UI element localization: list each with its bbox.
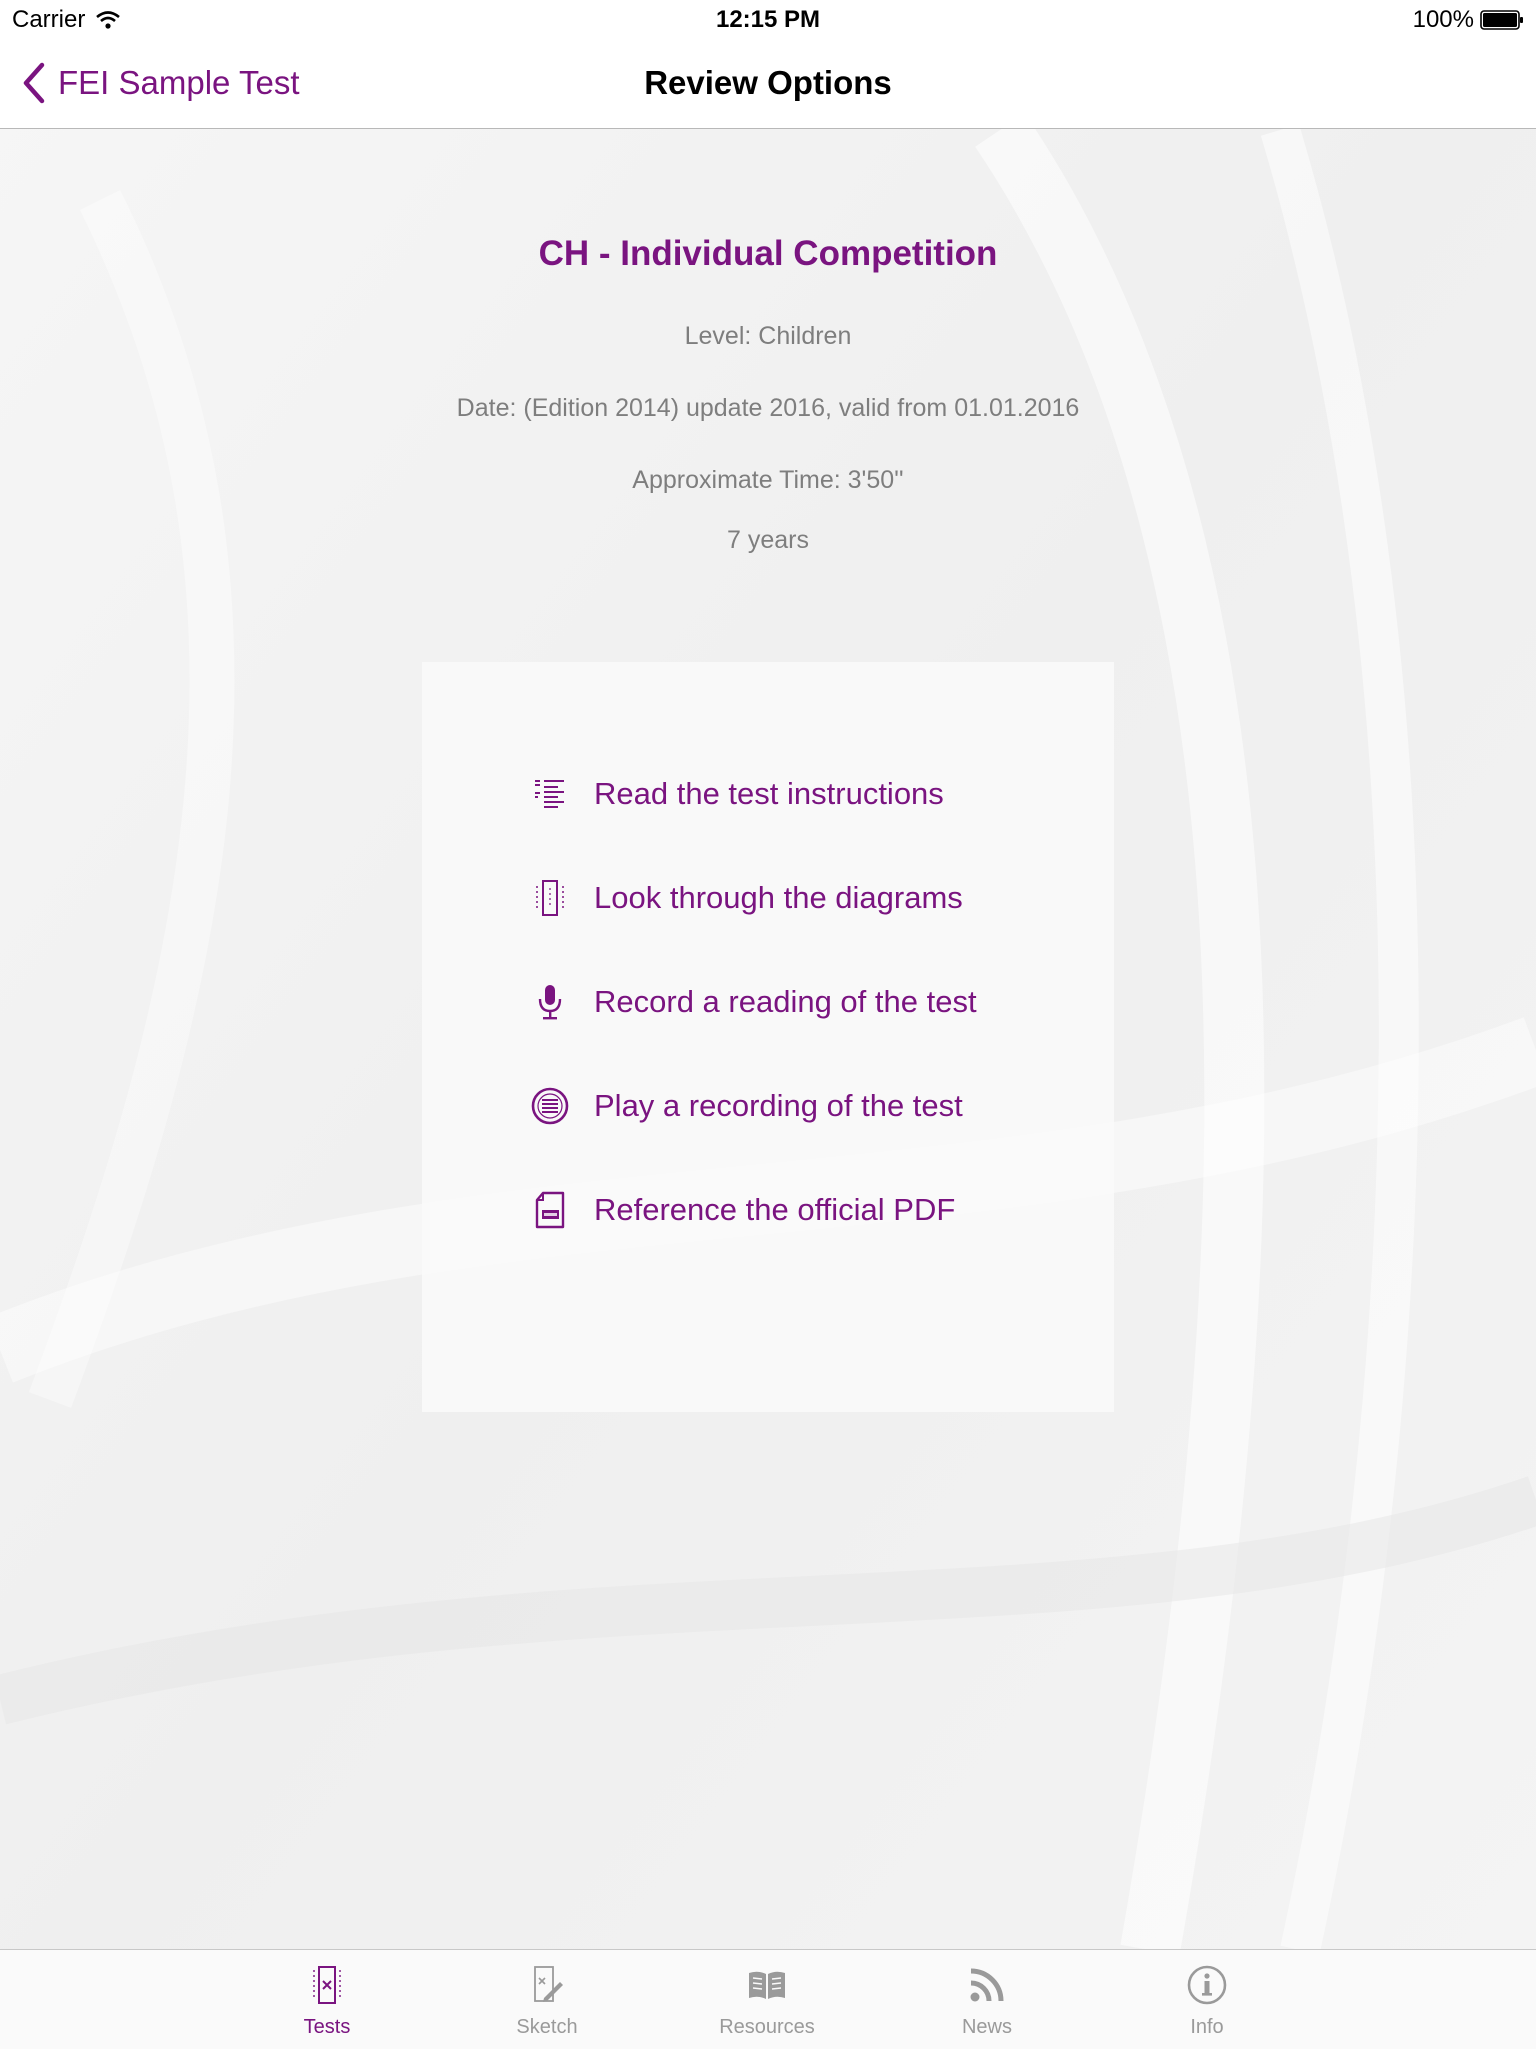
battery-percent: 100%	[1412, 6, 1474, 33]
tests-icon	[217, 1962, 437, 2008]
option-read-instructions[interactable]: Read the test instructions	[530, 764, 944, 824]
play-list-icon	[530, 1086, 570, 1126]
test-approximate-time: Approximate Time: 3'50''	[632, 466, 904, 494]
option-play-recording[interactable]: Play a recording of the test	[530, 1076, 963, 1136]
option-diagrams[interactable]: Look through the diagrams	[530, 868, 963, 928]
tab-label: News	[961, 2016, 1012, 2038]
status-time: 12:15 PM	[715, 6, 821, 33]
option-label: Look through the diagrams	[594, 880, 963, 915]
test-date: Date: (Edition 2014) update 2016, valid …	[456, 394, 1080, 422]
tab-news[interactable]: News	[877, 1950, 1097, 2049]
microphone-icon	[530, 982, 570, 1022]
review-options-card: Read the test instructions Look through …	[422, 662, 1114, 1412]
status-bar: Carrier 12:15 PM 100%	[0, 0, 1536, 40]
info-icon	[1097, 1962, 1317, 2008]
tab-bar: Tests Sketch Resources News Info	[0, 1949, 1536, 2049]
tab-resources[interactable]: Resources	[657, 1950, 877, 2049]
page-title: Review Options	[644, 64, 892, 101]
tab-label: Tests	[303, 2016, 351, 2038]
tab-tests[interactable]: Tests	[217, 1950, 437, 2049]
status-battery: 100%	[1413, 6, 1524, 34]
diagram-icon	[530, 878, 570, 918]
option-official-pdf[interactable]: Reference the official PDF	[530, 1180, 955, 1240]
option-label: Reference the official PDF	[594, 1192, 956, 1227]
option-label: Read the test instructions	[594, 776, 944, 811]
test-level: Level: Children	[684, 322, 852, 350]
tab-sketch[interactable]: Sketch	[437, 1950, 657, 2049]
option-record-reading[interactable]: Record a reading of the test	[530, 972, 977, 1032]
tab-label: Info	[1190, 2016, 1224, 2038]
tab-info[interactable]: Info	[1097, 1950, 1317, 2049]
battery-icon	[1480, 10, 1523, 30]
option-label: Record a reading of the test	[594, 984, 977, 1019]
rss-icon	[877, 1962, 1097, 2008]
tab-label: Resources	[719, 2016, 815, 2038]
tab-label: Sketch	[516, 2016, 578, 2038]
navigation-bar: FEI Sample Test Review Options	[0, 40, 1536, 129]
sketch-icon	[437, 1962, 657, 2008]
book-icon	[657, 1962, 877, 2008]
test-age: 7 years	[727, 526, 809, 554]
test-title: CH - Individual Competition	[538, 234, 998, 273]
option-label: Play a recording of the test	[594, 1088, 963, 1123]
list-icon	[530, 774, 570, 814]
pdf-icon	[530, 1190, 570, 1230]
